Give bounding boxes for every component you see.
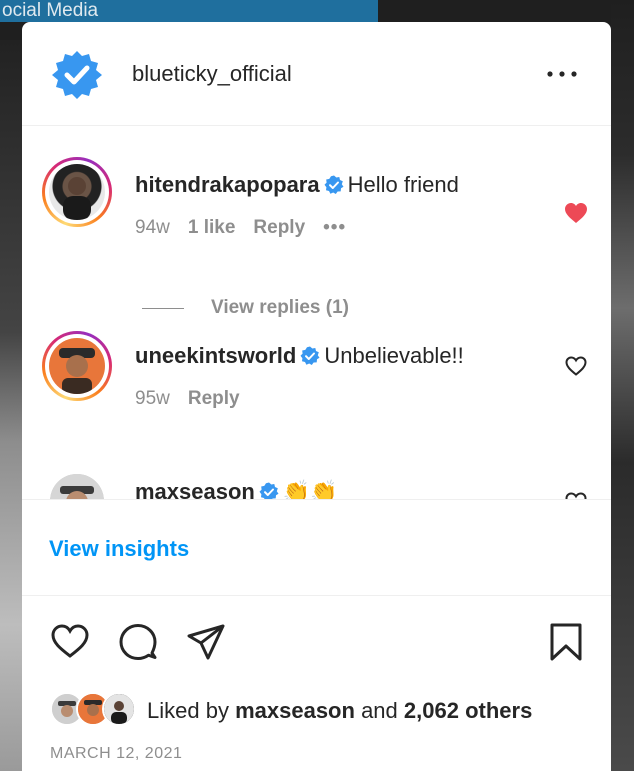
comment-body: Unbelievable!!	[324, 343, 464, 368]
author-avatar[interactable]	[50, 50, 104, 100]
comment-meta: 95w Reply	[135, 387, 258, 411]
liker-avatar	[102, 692, 136, 726]
reply-button[interactable]: Reply	[188, 388, 240, 409]
comment-body: 👏👏	[282, 479, 338, 499]
view-replies-label[interactable]: View replies (1)	[211, 294, 349, 322]
replies-divider	[142, 308, 184, 309]
comments-list[interactable]: hitendrakapopara Hello friend 94w 1 like Re…	[22, 127, 611, 499]
share-icon	[187, 624, 225, 660]
post-options-button[interactable]	[542, 62, 582, 86]
heart-icon	[51, 624, 89, 658]
comment-meta: 94w 1 like Reply •••	[135, 216, 364, 240]
comment-item: uneekintsworld Unbelievable!! 95w Reply	[22, 331, 611, 461]
comment-text-line: maxseason 👏👏	[135, 478, 338, 499]
liked-by-user[interactable]: maxseason	[235, 698, 355, 723]
comment-age: 95w	[135, 388, 170, 409]
comment-like-button[interactable]	[564, 202, 588, 224]
comment-text-line: hitendrakapopara Hello friend	[135, 171, 459, 199]
post-author-username[interactable]: blueticky_official	[132, 61, 292, 87]
heart-icon	[565, 492, 587, 499]
like-button[interactable]	[50, 622, 90, 662]
background-banner: ocial Media	[0, 0, 378, 22]
post-header: blueticky_official	[22, 22, 611, 126]
comment-icon	[119, 624, 157, 660]
reply-button[interactable]: Reply	[253, 217, 305, 238]
verified-badge-icon	[259, 481, 279, 499]
comment-age: 94w	[135, 217, 170, 238]
post-date[interactable]: MARCH 12, 2021	[50, 744, 182, 764]
comment-body: Hello friend	[347, 172, 459, 197]
background-right-strip	[611, 0, 634, 771]
liked-by-text: Liked by maxseason and 2,062 others	[147, 698, 532, 724]
view-insights-link[interactable]: View insights	[49, 536, 189, 562]
bookmark-icon	[550, 623, 582, 661]
commenter-username[interactable]: hitendrakapopara	[135, 172, 320, 197]
commenter-username[interactable]: maxseason	[135, 479, 255, 499]
liked-by-middle: and	[361, 698, 398, 723]
save-button[interactable]	[546, 622, 586, 662]
verified-badge-icon	[52, 51, 102, 99]
liked-by-others[interactable]: 2,062 others	[404, 698, 532, 723]
more-icon	[547, 71, 577, 77]
view-replies-toggle[interactable]: View replies (1)	[142, 294, 442, 322]
share-button[interactable]	[186, 622, 226, 662]
commenter-avatar[interactable]	[42, 157, 112, 227]
comment-text-line: uneekintsworld Unbelievable!!	[135, 342, 464, 370]
comment-options-button[interactable]: •••	[323, 217, 346, 238]
comment-button[interactable]	[118, 622, 158, 662]
heart-icon	[565, 356, 587, 376]
post-action-bar	[22, 612, 611, 672]
background-left-strip	[0, 40, 22, 771]
comment-item: hitendrakapopara Hello friend 94w 1 like Re…	[22, 127, 611, 287]
comment-like-count[interactable]: 1 like	[188, 217, 236, 238]
verified-badge-icon	[300, 345, 320, 365]
commenter-avatar[interactable]	[50, 474, 104, 499]
liker-avatars[interactable]	[50, 692, 140, 728]
liked-by-prefix: Liked by	[147, 698, 229, 723]
insights-section: View insights	[22, 499, 611, 596]
commenter-avatar[interactable]	[42, 331, 112, 401]
comment-like-button[interactable]	[564, 355, 588, 377]
commenter-username[interactable]: uneekintsworld	[135, 343, 296, 368]
comment-like-button[interactable]	[564, 491, 588, 499]
background-banner-text: ocial Media	[2, 0, 99, 21]
verified-badge-icon	[324, 174, 344, 194]
heart-icon	[565, 203, 587, 223]
comment-item: maxseason 👏👏	[22, 467, 611, 499]
likes-summary: Liked by maxseason and 2,062 others	[22, 692, 611, 732]
post-detail-panel: blueticky_official hitendrakapopara Hell…	[22, 22, 611, 771]
